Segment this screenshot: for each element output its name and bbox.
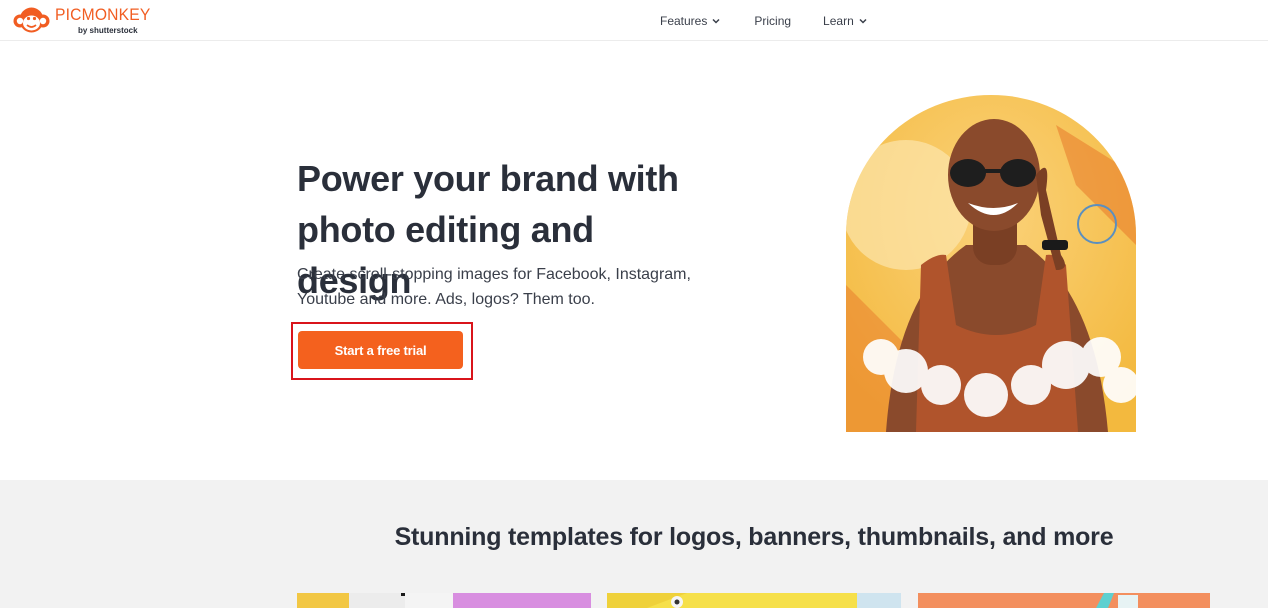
monkey-logo-icon <box>13 7 50 33</box>
nav-item-label: Features <box>660 13 708 28</box>
site-header: PICMONKEY by shutterstock Features Prici… <box>0 0 1268 41</box>
logo-byline: by shutterstock <box>78 26 138 35</box>
nav-item-learn[interactable]: Learn <box>823 14 867 28</box>
nav-item-features[interactable]: Features <box>660 14 720 28</box>
nav-item-label: Learn <box>823 13 854 28</box>
chevron-down-icon <box>712 18 720 24</box>
nav-item-pricing[interactable]: Pricing <box>754 14 791 28</box>
template-card[interactable] <box>607 593 901 608</box>
start-free-trial-button[interactable]: Start a free trial <box>298 331 463 369</box>
picmonkey-logo[interactable]: PICMONKEY by shutterstock <box>12 4 150 36</box>
nav-item-label: Pricing <box>754 13 792 28</box>
templates-section-title: Stunning templates for logos, banners, t… <box>394 523 1114 551</box>
main-nav: Features Pricing Learn <box>660 0 867 41</box>
chevron-down-icon <box>859 18 867 24</box>
hero-photo <box>846 95 1136 432</box>
logo-wordmark: PICMONKEY <box>55 5 151 24</box>
template-card[interactable] <box>297 593 591 608</box>
hero-subtitle: Create scroll-stopping images for Facebo… <box>297 266 691 308</box>
template-card[interactable] <box>918 593 1210 608</box>
